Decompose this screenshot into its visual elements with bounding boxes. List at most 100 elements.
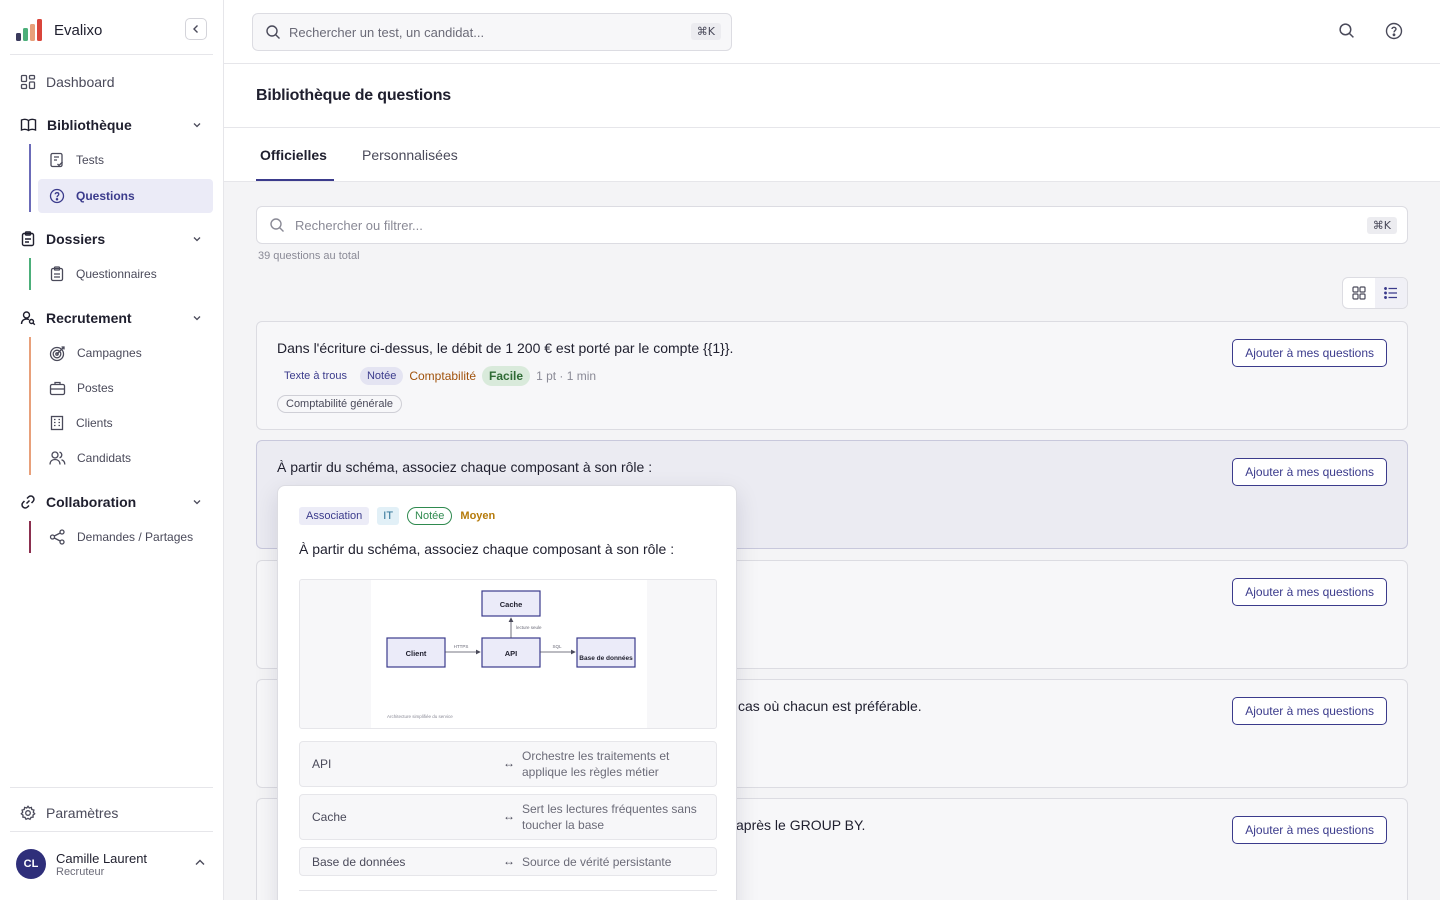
- nav-section-folders-label: Dossiers: [46, 231, 106, 247]
- difficulty-tag: Moyen: [460, 510, 496, 522]
- clipboard-icon: [21, 231, 35, 247]
- sidebar-item-questionnaires-label: Questionnaires: [76, 267, 157, 281]
- sidebar-item-candidates-label: Candidats: [77, 451, 132, 465]
- divider: [299, 890, 717, 891]
- library-line: [29, 144, 31, 212]
- settings-link[interactable]: Paramètres: [10, 800, 213, 826]
- diagram-svg: Cache Client API Base de données HTTPS S: [386, 590, 636, 719]
- building-icon: [50, 415, 64, 431]
- add-to-my-questions-button[interactable]: Ajouter à mes questions: [1232, 578, 1387, 606]
- question-tags: Texte à trous Notée Comptabilité Facile …: [277, 366, 596, 386]
- global-search-placeholder: Rechercher un test, un candidat...: [289, 24, 485, 40]
- tabs: Officielles Personnalisées: [224, 128, 1440, 182]
- sidebar-item-candidates[interactable]: Candidats: [38, 441, 213, 475]
- add-to-my-questions-button[interactable]: Ajouter à mes questions: [1232, 339, 1387, 367]
- grid-view-button[interactable]: [1343, 278, 1375, 308]
- grid-icon: [1352, 286, 1366, 300]
- folders-line: [29, 258, 31, 290]
- add-to-my-questions-button[interactable]: Ajouter à mes questions: [1232, 816, 1387, 844]
- list-icon: [1384, 287, 1397, 299]
- sidebar-item-clients-label: Clients: [76, 416, 113, 430]
- pair-arrow-icon: ↔: [503, 854, 515, 868]
- svg-text:Architecture simplifiée du ser: Architecture simplifiée du service: [387, 714, 453, 719]
- add-to-my-questions-button[interactable]: Ajouter à mes questions: [1232, 697, 1387, 725]
- svg-text:SQL: SQL: [552, 644, 562, 649]
- pair-arrow-icon: ↔: [503, 809, 515, 823]
- sidebar-item-requests-shares[interactable]: Demandes / Partages: [38, 520, 213, 554]
- book-icon: [20, 118, 37, 132]
- sidebar-item-tests[interactable]: Tests: [38, 143, 213, 177]
- tab-personnalisees[interactable]: Personnalisées: [362, 147, 458, 163]
- question-text: Dans l'écriture ci-dessus, le débit de 1…: [277, 340, 734, 356]
- nav-section-recruitment[interactable]: Recrutement: [10, 303, 213, 333]
- sidebar-item-questionnaires[interactable]: Questionnaires: [38, 257, 213, 291]
- sidebar-item-campaigns-label: Campagnes: [77, 346, 142, 360]
- svg-text:API: API: [505, 649, 518, 658]
- gear-icon: [20, 805, 36, 821]
- user-menu[interactable]: CL Camille Laurent Recruteur: [16, 846, 211, 882]
- recruitment-line: [29, 337, 31, 475]
- brand[interactable]: Evalixo: [16, 16, 102, 44]
- diagram-node-cache: Cache: [481, 590, 541, 617]
- chevron-left-icon: [193, 25, 198, 33]
- global-search-input[interactable]: Rechercher un test, un candidat... ⌘K: [252, 13, 732, 51]
- pair-left: API: [312, 757, 332, 771]
- sidebar-item-positions-label: Postes: [77, 381, 114, 395]
- chevron-up-icon: [195, 859, 205, 865]
- question-card[interactable]: Dans l'écriture ci-dessus, le débit de 1…: [256, 321, 1408, 430]
- sidebar-item-positions[interactable]: Postes: [38, 371, 213, 405]
- nav-section-library[interactable]: Bibliothèque: [10, 110, 213, 140]
- filter-input[interactable]: Rechercher ou filtrer... ⌘K: [256, 206, 1408, 244]
- sidebar-item-requests-shares-label: Demandes / Partages: [77, 530, 194, 544]
- association-pair: API ↔ Orchestre les traitements et appli…: [299, 741, 717, 787]
- clipboard-list-icon: [50, 266, 64, 282]
- sidebar-item-campaigns[interactable]: Campagnes: [38, 336, 213, 370]
- active-tab-indicator: [256, 179, 334, 181]
- search-icon: [270, 218, 284, 232]
- graded-tag: Notée: [407, 507, 453, 525]
- dashboard-icon: [20, 74, 36, 90]
- briefcase-icon: [49, 381, 66, 396]
- question-text: À partir du schéma, associez chaque comp…: [277, 459, 653, 475]
- nav-section-folders[interactable]: Dossiers: [10, 224, 213, 254]
- sidebar-item-questions-label: Questions: [76, 189, 135, 203]
- tab-officielles[interactable]: Officielles: [260, 147, 327, 163]
- share-icon: [49, 529, 65, 545]
- user-info: Camille Laurent Recruteur: [56, 851, 147, 878]
- view-toggle: [1342, 277, 1408, 309]
- sidebar-item-clients[interactable]: Clients: [38, 406, 213, 440]
- list-view-button[interactable]: [1375, 278, 1407, 308]
- page-title: Bibliothèque de questions: [256, 87, 452, 104]
- divider: [10, 54, 213, 55]
- topbar: Rechercher un test, un candidat... ⌘K: [224, 0, 1440, 64]
- test-icon: [50, 152, 63, 168]
- question-preview-popover: Association IT Notée Moyen À partir du s…: [277, 485, 737, 900]
- nav-dashboard[interactable]: Dashboard: [10, 66, 213, 98]
- target-icon: [49, 345, 65, 361]
- type-tag: Association: [299, 507, 370, 525]
- users-icon: [49, 451, 66, 465]
- pair-right: Orchestre les traitements et applique le…: [522, 749, 670, 779]
- domain-tag: IT: [377, 507, 400, 525]
- sidebar-item-questions[interactable]: Questions: [38, 179, 213, 213]
- pair-right: Source de vérité persistante: [522, 855, 672, 869]
- diagram-node-client: Client: [386, 637, 446, 668]
- preview-question-text: À partir du schéma, associez chaque comp…: [299, 541, 675, 557]
- association-pair: Base de données ↔ Source de vérité persi…: [299, 847, 717, 876]
- diagram-node-database: Base de données: [576, 637, 636, 668]
- svg-text:HTTPS: HTTPS: [454, 644, 469, 649]
- nav-section-collaboration[interactable]: Collaboration: [10, 487, 213, 517]
- collapse-sidebar-button[interactable]: [185, 18, 207, 40]
- category-tag: Comptabilité: [409, 369, 477, 383]
- help-icon[interactable]: [1385, 22, 1403, 40]
- architecture-diagram: Cache Client API Base de données HTTPS S: [299, 579, 717, 729]
- question-circle-icon: [49, 188, 65, 204]
- shortcut-badge: ⌘K: [1366, 217, 1397, 234]
- add-to-my-questions-button[interactable]: Ajouter à mes questions: [1232, 458, 1387, 486]
- divider: [10, 831, 213, 832]
- avatar: CL: [16, 849, 46, 879]
- page-header: Bibliothèque de questions: [224, 64, 1440, 128]
- nav-dashboard-label: Dashboard: [46, 74, 115, 90]
- search-icon[interactable]: [1338, 22, 1355, 39]
- logo-icon: [16, 19, 42, 41]
